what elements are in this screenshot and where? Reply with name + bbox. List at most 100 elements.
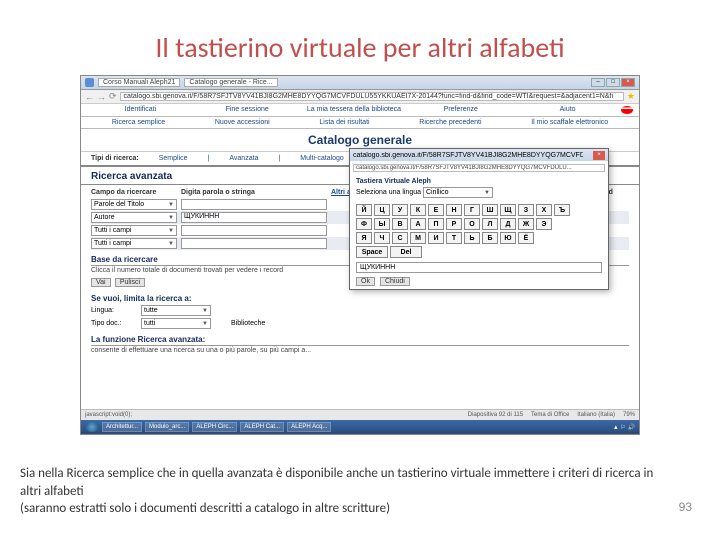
- type-multi[interactable]: Multi-catalogo: [300, 155, 344, 162]
- chevron-down-icon: ▼: [168, 215, 174, 221]
- key-Ь[interactable]: Ь: [464, 232, 480, 244]
- funzione-text: consente di effettuare una ricerca su un…: [91, 346, 629, 355]
- key-В[interactable]: В: [392, 218, 408, 230]
- key-О[interactable]: О: [464, 218, 480, 230]
- key-Ж[interactable]: Ж: [518, 218, 534, 230]
- sub-ricerca-semplice[interactable]: Ricerca semplice: [112, 119, 165, 126]
- key-Ф[interactable]: Ф: [356, 218, 372, 230]
- popup-url-field[interactable]: catalogo.sbi.genova.it/F/58R7SFJTV8YV41B…: [353, 164, 605, 172]
- key-Л[interactable]: Л: [482, 218, 498, 230]
- browser-tab-2[interactable]: Catalogo generale - Rice...: [184, 78, 277, 87]
- reload-icon[interactable]: ⟳: [109, 91, 117, 102]
- vai-button[interactable]: Vai: [91, 278, 111, 287]
- key-Э[interactable]: Э: [536, 218, 552, 230]
- forward-icon[interactable]: →: [97, 92, 106, 102]
- key-Т[interactable]: Т: [446, 232, 462, 244]
- key-Й[interactable]: Й: [356, 204, 372, 216]
- nav-preferenze[interactable]: Preferenze: [407, 106, 514, 114]
- key-Ъ[interactable]: Ъ: [554, 204, 570, 216]
- task-item[interactable]: ALEPH Circ...: [192, 422, 237, 432]
- start-button[interactable]: [85, 422, 99, 432]
- kb-lang-select[interactable]: Cirillico▼: [423, 187, 493, 198]
- system-tray[interactable]: ▲ ⚐ 🔊: [613, 424, 635, 431]
- task-item[interactable]: ALEPH Cat...: [240, 422, 284, 432]
- page-number: 93: [679, 500, 692, 514]
- key-П[interactable]: П: [428, 218, 444, 230]
- key-С[interactable]: С: [392, 232, 408, 244]
- type-avanzata[interactable]: Avanzata: [229, 155, 258, 162]
- flag-icon[interactable]: [621, 106, 633, 114]
- key-Н[interactable]: Н: [446, 204, 462, 216]
- key-Е[interactable]: Е: [428, 204, 444, 216]
- browser-tab-1[interactable]: Corso Manuali Aleph21: [98, 78, 180, 87]
- search-input-1[interactable]: [181, 199, 327, 210]
- tipodoc-select[interactable]: tutti▼: [141, 318, 211, 329]
- close-button[interactable]: ×: [621, 78, 635, 87]
- task-item[interactable]: Architettur...: [102, 422, 142, 432]
- key-Ы[interactable]: Ы: [374, 218, 390, 230]
- kb-output[interactable]: ЩУКИННН: [356, 262, 602, 273]
- popup-close-button[interactable]: ×: [593, 151, 605, 160]
- slide-caption: Sia nella Ricerca semplice che in quella…: [20, 465, 660, 518]
- key-З[interactable]: З: [518, 204, 534, 216]
- maximize-button[interactable]: □: [606, 78, 620, 87]
- key-И[interactable]: И: [428, 232, 444, 244]
- key-Ш[interactable]: Ш: [482, 204, 498, 216]
- field-select-4[interactable]: Tutti i campi▼: [91, 238, 177, 249]
- lingua-label: Lingua:: [91, 307, 141, 314]
- nav-tessera[interactable]: La mia tessera della biblioteca: [301, 106, 408, 114]
- top-nav: Identificati Fine sessione La mia tesser…: [81, 104, 639, 117]
- minimize-button[interactable]: –: [591, 78, 605, 87]
- tipodoc-label: Tipo doc.:: [91, 320, 141, 327]
- search-types-label: Tipi di ricerca:: [91, 155, 139, 162]
- slide-title: Il tastierino virtuale per altri alfabet…: [0, 0, 720, 75]
- field-select-3[interactable]: Tutti i campi▼: [91, 225, 177, 236]
- nav-fine-sessione[interactable]: Fine sessione: [194, 106, 301, 114]
- status-lang: Italiano (Italia): [577, 412, 615, 418]
- key-У[interactable]: У: [392, 204, 408, 216]
- key-К[interactable]: К: [410, 204, 426, 216]
- task-item[interactable]: Modulo_arc...: [145, 422, 189, 432]
- nav-aiuto[interactable]: Aiuto: [514, 106, 621, 114]
- windows-taskbar: Architettur... Modulo_arc... ALEPH Circ.…: [81, 420, 639, 434]
- key-space[interactable]: Space: [356, 246, 388, 258]
- chevron-down-icon: ▼: [168, 228, 174, 234]
- kb-lang-label: Seleziona una lingua: [356, 189, 421, 196]
- field-select-1[interactable]: Parole del Titolo▼: [91, 199, 177, 210]
- search-input-2[interactable]: ЩУКИННН: [181, 212, 327, 223]
- key-Ц[interactable]: Ц: [374, 204, 390, 216]
- sub-scaffale[interactable]: Il mio scaffale elettronico: [531, 119, 608, 126]
- favorite-icon[interactable]: ★: [627, 91, 635, 102]
- kb-chiudi-button[interactable]: Chiudi: [380, 277, 410, 286]
- key-Ю[interactable]: Ю: [500, 232, 516, 244]
- key-Я[interactable]: Я: [356, 232, 372, 244]
- key-М[interactable]: М: [410, 232, 426, 244]
- nav-identificati[interactable]: Identificati: [87, 106, 194, 114]
- back-icon[interactable]: ←: [85, 92, 94, 102]
- lingua-select[interactable]: tutte▼: [141, 305, 211, 316]
- url-field[interactable]: catalogo.sbi.genova.it/F/58R7SFJTV8YV41B…: [120, 92, 624, 101]
- key-Г[interactable]: Г: [464, 204, 480, 216]
- chevron-down-icon: ▼: [484, 190, 490, 196]
- key-А[interactable]: А: [410, 218, 426, 230]
- col-campo: Campo da ricercare: [91, 189, 181, 196]
- key-Ч[interactable]: Ч: [374, 232, 390, 244]
- sub-lista-risultati[interactable]: Lista dei risultati: [319, 119, 369, 126]
- field-select-2[interactable]: Autore▼: [91, 212, 177, 223]
- sub-ricerche-precedenti[interactable]: Ricerche precedenti: [419, 119, 481, 126]
- key-Р[interactable]: Р: [446, 218, 462, 230]
- pulisci-button[interactable]: Pulisci: [115, 278, 145, 287]
- key-Б[interactable]: Б: [482, 232, 498, 244]
- sub-nuove-accessioni[interactable]: Nuove accessioni: [215, 119, 270, 126]
- status-zoom: 79%: [623, 412, 635, 418]
- key-Д[interactable]: Д: [500, 218, 516, 230]
- key-Ё[interactable]: Ё: [518, 232, 534, 244]
- type-semplice[interactable]: Semplice: [159, 155, 188, 162]
- key-Х[interactable]: Х: [536, 204, 552, 216]
- search-input-4[interactable]: [181, 238, 327, 249]
- search-input-3[interactable]: [181, 225, 327, 236]
- key-del[interactable]: Del: [390, 246, 422, 258]
- task-item[interactable]: ALEPH Acq...: [287, 422, 331, 432]
- key-Щ[interactable]: Щ: [500, 204, 516, 216]
- kb-ok-button[interactable]: Ok: [356, 277, 375, 286]
